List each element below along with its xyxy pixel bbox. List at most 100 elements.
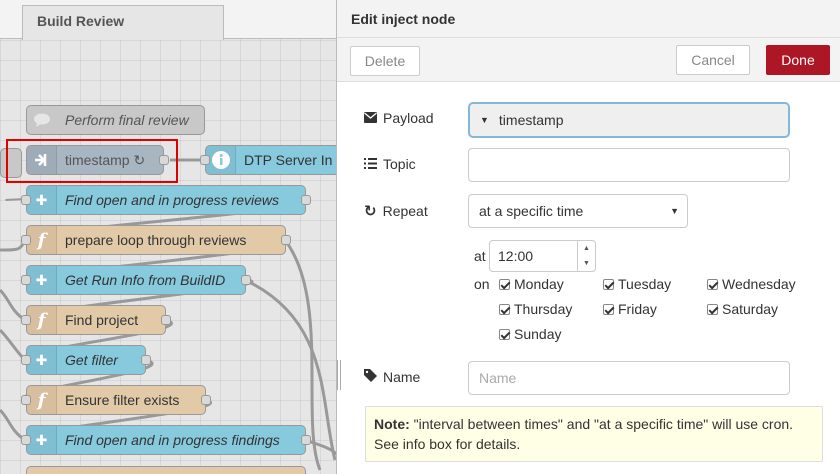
day-label: Saturday — [722, 301, 779, 317]
day-checkbox-saturday[interactable]: Saturday — [707, 301, 778, 317]
day-checkbox-friday[interactable]: Friday — [603, 301, 657, 317]
day-label: Sunday — [514, 326, 562, 342]
puzzle-icon: ✚ — [27, 426, 57, 454]
node-label: Get filter — [65, 352, 118, 368]
input-port[interactable] — [21, 435, 31, 445]
input-port[interactable] — [21, 355, 31, 365]
repeat-select-value: at a specific time — [479, 203, 584, 219]
day-checkbox-wednesday[interactable]: Wednesday — [707, 276, 796, 292]
input-port[interactable] — [21, 195, 31, 205]
node-comment[interactable]: Perform final review — [26, 105, 205, 135]
tasks-icon — [364, 156, 377, 172]
done-button-label: Done — [781, 52, 815, 68]
topic-input[interactable] — [468, 148, 790, 182]
tab-build-review[interactable]: Build Review — [22, 5, 224, 40]
tray-title: Edit inject node — [351, 11, 456, 27]
delete-button[interactable]: Delete — [350, 46, 420, 76]
name-placeholder: Name — [479, 370, 517, 386]
spinner-up-icon[interactable]: ▲ — [583, 245, 590, 252]
node-get-run-info[interactable]: ✚ Get Run Info from BuildID — [21, 265, 251, 295]
node-find-findings[interactable]: ✚ Find open and in progress findings — [21, 425, 311, 455]
day-label: Wednesday — [722, 276, 796, 292]
tray-toolbar: Delete Cancel Done — [337, 38, 840, 82]
spinner-arrows[interactable]: ▲ ▼ — [577, 241, 595, 271]
puzzle-icon: ✚ — [27, 266, 57, 294]
node-label: Find open and in progress findings — [65, 432, 280, 448]
input-port[interactable] — [21, 275, 31, 285]
delete-button-label: Delete — [364, 53, 406, 69]
done-button[interactable]: Done — [766, 45, 830, 75]
spinner-down-icon[interactable]: ▼ — [583, 260, 590, 267]
flow-workspace[interactable]: Build Review Perform final review timest… — [0, 0, 336, 474]
comment-icon — [27, 106, 57, 134]
day-checkbox-monday[interactable]: Monday — [499, 276, 564, 292]
node-ensure-filter[interactable]: f Ensure filter exists — [21, 385, 211, 415]
input-port[interactable] — [21, 315, 31, 325]
node-find-project[interactable]: f Find project — [21, 305, 171, 335]
day-checkbox-sunday[interactable]: Sunday — [499, 326, 561, 342]
node-label: Perform final review — [65, 112, 189, 128]
workspace-tabbar: Build Review — [0, 0, 336, 40]
cron-note: Note: "interval between times" and "at a… — [365, 406, 823, 462]
time-spinner[interactable]: 12:00 ▲ ▼ — [489, 240, 596, 272]
time-value: 12:00 — [498, 248, 534, 264]
topic-label: Topic — [364, 156, 416, 172]
checkbox-checked[interactable] — [707, 278, 718, 290]
tray-resize-handle[interactable] — [337, 360, 341, 390]
payload-type-input[interactable]: ▼ timestamp — [469, 103, 789, 137]
info-icon — [206, 146, 236, 174]
puzzle-icon: ✚ — [27, 186, 57, 214]
checkbox-checked[interactable] — [499, 278, 510, 290]
output-port[interactable] — [161, 315, 171, 325]
name-input[interactable]: Name — [468, 361, 790, 395]
output-port[interactable] — [241, 275, 251, 285]
node-prepare-loop[interactable]: f prepare loop through reviews — [21, 225, 291, 255]
input-port[interactable] — [200, 155, 210, 165]
tray-header: Edit inject node — [337, 0, 840, 38]
edit-tray: Edit inject node Delete Cancel Done Payl… — [336, 0, 840, 474]
cancel-button[interactable]: Cancel — [676, 45, 750, 75]
node-get-filter[interactable]: ✚ Get filter — [21, 345, 151, 375]
topic-label-text: Topic — [383, 156, 416, 172]
output-port[interactable] — [301, 195, 311, 205]
node-find-reviews[interactable]: ✚ Find open and in progress reviews — [21, 185, 311, 215]
output-port[interactable] — [141, 355, 151, 365]
input-port[interactable] — [21, 235, 31, 245]
repeat-label-text: Repeat — [382, 203, 428, 219]
day-label: Tuesday — [618, 276, 672, 292]
checkbox-checked[interactable] — [603, 303, 614, 315]
selection-highlight-box — [6, 139, 178, 183]
payload-label: Payload — [364, 110, 434, 126]
note-bold: Note: — [374, 416, 410, 432]
checkbox-checked[interactable] — [499, 303, 510, 315]
puzzle-icon: ✚ — [27, 346, 57, 374]
node-label: Get Run Info from BuildID — [65, 272, 226, 288]
repeat-select[interactable]: at a specific time ▼ — [468, 194, 688, 228]
repeat-label: ↻ Repeat — [364, 202, 428, 220]
checkbox-checked[interactable] — [499, 328, 510, 340]
day-checkbox-tuesday[interactable]: Tuesday — [603, 276, 671, 292]
checkbox-checked[interactable] — [603, 278, 614, 290]
note-text: "interval between times" and "at a speci… — [374, 416, 794, 452]
input-port[interactable] — [21, 395, 31, 405]
output-port[interactable] — [301, 435, 311, 445]
node-label: DTP Server In — [244, 152, 333, 168]
name-label: Name — [364, 369, 420, 385]
output-port[interactable] — [201, 395, 211, 405]
output-port[interactable] — [281, 235, 291, 245]
node-dtp-server-in[interactable]: DTP Server In — [200, 145, 336, 175]
caret-down-icon[interactable]: ▼ — [480, 115, 489, 125]
checkbox-checked[interactable] — [707, 303, 718, 315]
payload-label-text: Payload — [383, 110, 434, 126]
day-label: Monday — [514, 276, 564, 292]
function-icon: f — [27, 226, 57, 254]
day-checkbox-thursday[interactable]: Thursday — [499, 301, 572, 317]
node-label: prepare loop through reviews — [65, 232, 247, 248]
node-partial-bottom[interactable] — [26, 466, 306, 474]
function-icon: f — [27, 386, 57, 414]
node-label: Ensure filter exists — [65, 392, 180, 408]
chevron-down-icon: ▼ — [670, 206, 679, 216]
cancel-button-label: Cancel — [691, 52, 735, 68]
envelope-icon — [364, 110, 377, 126]
payload-value: timestamp — [498, 112, 564, 128]
